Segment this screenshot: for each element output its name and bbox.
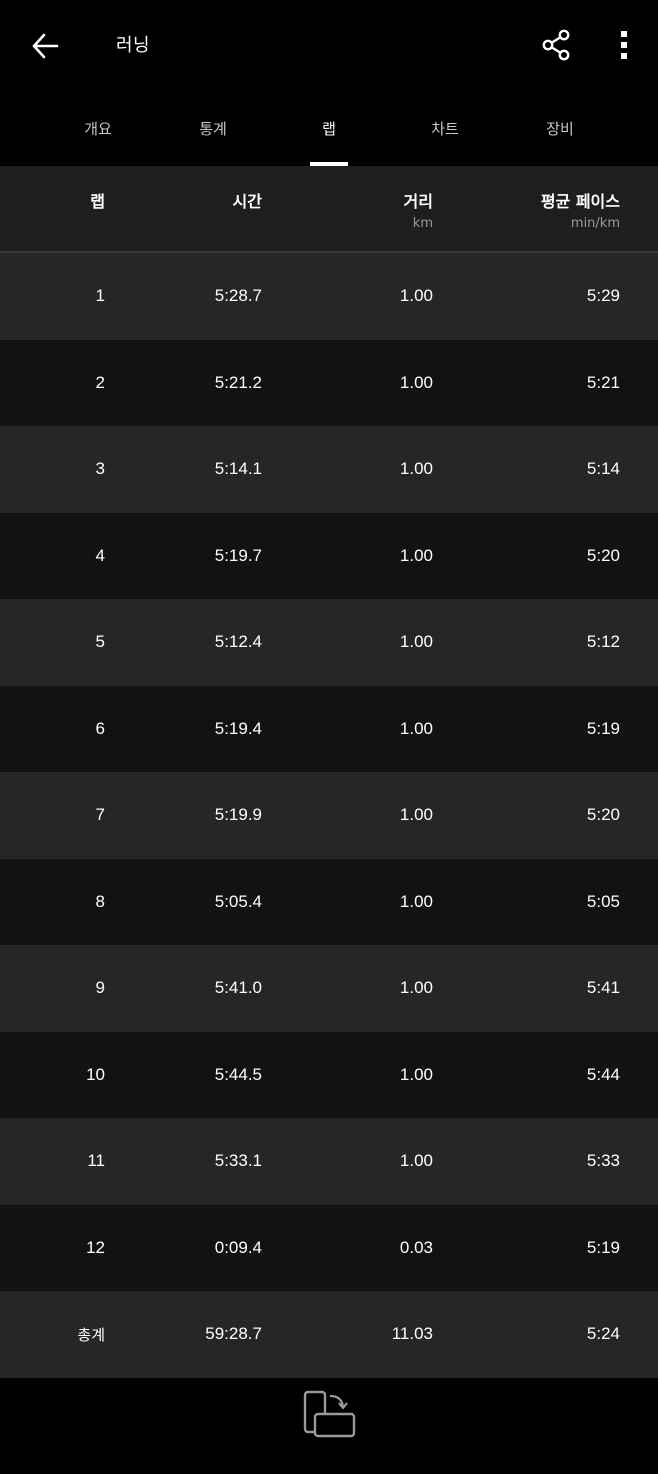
lap-number: 12 <box>86 1237 105 1257</box>
table-row: 11 5:33.1 1.00 5:33 <box>0 1118 658 1205</box>
total-distance: 11.03 <box>391 1324 433 1344</box>
table-header: 랩 시간 거리 km 평균 페이스 min/km <box>0 166 658 253</box>
total-avg-pace: 5:24 <box>586 1324 620 1344</box>
lap-avg-pace: 5:14 <box>586 459 620 479</box>
table-row: 1 5:28.7 1.00 5:29 <box>0 253 658 340</box>
total-time: 59:28.7 <box>205 1324 262 1344</box>
lap-number: 1 <box>95 286 105 306</box>
tab-gear[interactable]: 장비 <box>502 90 618 166</box>
bottom-bar <box>0 1379 658 1474</box>
lap-number: 2 <box>95 372 105 392</box>
lap-time: 5:19.4 <box>214 718 262 738</box>
table-row: 3 5:14.1 1.00 5:14 <box>0 426 658 513</box>
lap-distance: 1.00 <box>399 1151 433 1171</box>
rotate-screen-button[interactable] <box>300 1389 360 1443</box>
column-header-avg-pace: 평균 페이스 <box>540 192 620 211</box>
lap-distance: 1.00 <box>399 459 433 479</box>
lap-distance: 1.00 <box>399 718 433 738</box>
lap-time: 5:28.7 <box>214 286 262 306</box>
lap-avg-pace: 5:29 <box>586 286 620 306</box>
lap-number: 8 <box>95 891 105 911</box>
table-row: 10 5:44.5 1.00 5:44 <box>0 1031 658 1118</box>
table-row: 6 5:19.4 1.00 5:19 <box>0 685 658 772</box>
lap-avg-pace: 5:19 <box>586 718 620 738</box>
lap-distance: 1.00 <box>399 632 433 652</box>
lap-avg-pace: 5:41 <box>586 978 620 998</box>
lap-number: 10 <box>86 1064 105 1084</box>
table-row: 2 5:21.2 1.00 5:21 <box>0 339 658 426</box>
lap-time: 5:19.7 <box>214 545 262 565</box>
more-vertical-icon <box>621 31 627 59</box>
lap-distance: 1.00 <box>399 1064 433 1084</box>
lap-time: 5:44.5 <box>214 1064 262 1084</box>
lap-avg-pace: 5:20 <box>586 545 620 565</box>
tab-laps[interactable]: 랩 <box>271 90 387 166</box>
lap-distance: 1.00 <box>399 372 433 392</box>
lap-number: 11 <box>87 1151 105 1171</box>
lap-time: 5:05.4 <box>214 891 262 911</box>
table-row: 9 5:41.0 1.00 5:41 <box>0 945 658 1032</box>
lap-number: 9 <box>95 978 105 998</box>
arrow-left-icon <box>32 33 59 59</box>
lap-table-body: 1 5:28.7 1.00 5:29 2 5:21.2 1.00 5:21 3 … <box>0 253 658 1378</box>
tab-charts[interactable]: 차트 <box>387 90 503 166</box>
app-root: 러닝 개요 통계 랩 차트 장비 랩 시간 거리 km 평균 페이스 min/k… <box>0 0 658 1474</box>
lap-number: 3 <box>95 459 105 479</box>
lap-time: 0:09.4 <box>214 1237 262 1257</box>
lap-time: 5:19.9 <box>214 805 262 825</box>
table-row: 7 5:19.9 1.00 5:20 <box>0 772 658 859</box>
lap-distance: 1.00 <box>399 805 433 825</box>
table-row: 4 5:19.7 1.00 5:20 <box>0 512 658 599</box>
back-button[interactable] <box>22 23 68 69</box>
lap-number: 4 <box>95 545 105 565</box>
lap-time: 5:21.2 <box>214 372 262 392</box>
lap-distance: 1.00 <box>399 286 433 306</box>
lap-avg-pace: 5:33 <box>586 1151 620 1171</box>
lap-distance: 1.00 <box>399 978 433 998</box>
column-header-lap: 랩 <box>90 192 105 211</box>
table-row: 12 0:09.4 0.03 5:19 <box>0 1204 658 1291</box>
table-row: 8 5:05.4 1.00 5:05 <box>0 858 658 945</box>
tab-stats[interactable]: 통계 <box>155 90 271 166</box>
top-app-bar: 러닝 <box>0 0 658 90</box>
screen-rotate-icon <box>303 1390 356 1438</box>
column-unit-avg-pace: min/km <box>570 216 620 231</box>
lap-time: 5:33.1 <box>214 1151 262 1171</box>
lap-distance: 1.00 <box>399 545 433 565</box>
lap-distance: 0.03 <box>399 1237 433 1257</box>
page-title: 러닝 <box>116 35 151 56</box>
lap-avg-pace: 5:19 <box>586 1237 620 1257</box>
lap-avg-pace: 5:05 <box>586 891 620 911</box>
column-header-time: 시간 <box>232 192 262 211</box>
lap-avg-pace: 5:21 <box>586 372 620 392</box>
share-button[interactable] <box>533 22 579 68</box>
lap-avg-pace: 5:20 <box>586 805 620 825</box>
lap-number: 7 <box>95 805 105 825</box>
lap-time: 5:12.4 <box>214 632 262 652</box>
lap-number: 5 <box>95 632 105 652</box>
tab-overview[interactable]: 개요 <box>40 90 156 166</box>
lap-distance: 1.00 <box>399 891 433 911</box>
total-label: 총계 <box>77 1325 105 1344</box>
tab-bar: 개요 통계 랩 차트 장비 <box>0 90 658 166</box>
lap-time: 5:14.1 <box>214 459 262 479</box>
lap-time: 5:41.0 <box>214 978 262 998</box>
lap-avg-pace: 5:12 <box>586 632 620 652</box>
share-icon <box>542 29 570 61</box>
more-options-button[interactable] <box>602 22 646 68</box>
total-row: 총계 59:28.7 11.03 5:24 <box>0 1291 658 1378</box>
column-header-distance: 거리 <box>403 192 433 211</box>
column-unit-distance: km <box>412 216 433 231</box>
lap-number: 6 <box>95 718 105 738</box>
lap-avg-pace: 5:44 <box>586 1064 620 1084</box>
table-row: 5 5:12.4 1.00 5:12 <box>0 599 658 686</box>
